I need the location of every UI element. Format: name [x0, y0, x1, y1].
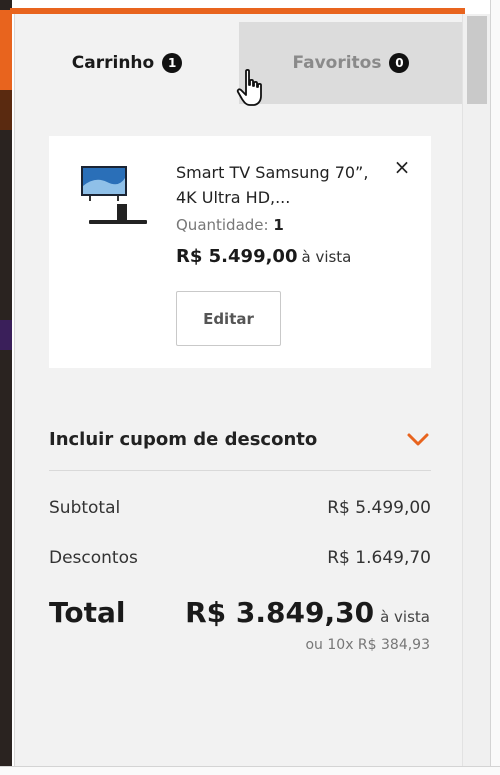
total-label: Total — [49, 596, 126, 629]
drawer-scrollbar[interactable] — [462, 14, 490, 766]
total-suffix: à vista — [380, 608, 430, 626]
discount-row: Descontos R$ 1.649,70 — [49, 548, 431, 568]
scrollbar-thumb[interactable] — [467, 16, 487, 104]
discount-value: R$ 1.649,70 — [327, 548, 431, 568]
subtotal-row: Subtotal R$ 5.499,00 — [49, 498, 431, 518]
product-name[interactable]: Smart TV Samsung 70”, 4K Ultra HD,... — [176, 160, 376, 210]
subtotal-label: Subtotal — [49, 498, 121, 518]
quantity-label: Quantidade: — [176, 216, 269, 234]
product-quantity: Quantidade: 1 — [176, 216, 284, 234]
tab-favorites[interactable]: Favoritos 0 — [239, 22, 463, 104]
background-page — [0, 0, 12, 775]
window-top-edge — [0, 0, 500, 8]
product-name-line1: Smart TV Samsung 70”, — [176, 163, 369, 182]
coupon-toggle[interactable]: Incluir cupom de desconto — [49, 409, 431, 471]
product-price-suffix: à vista — [301, 248, 352, 266]
subtotal-value: R$ 5.499,00 — [327, 498, 431, 518]
favorites-count-badge: 0 — [389, 53, 410, 73]
quantity-value: 1 — [273, 216, 284, 234]
edit-item-button[interactable]: Editar — [176, 291, 281, 346]
product-name-line2: 4K Ultra HD,... — [176, 188, 291, 207]
window-bottom-edge — [0, 766, 500, 775]
chevron-down-icon[interactable] — [405, 432, 431, 448]
remove-item-close-icon[interactable]: × — [391, 156, 413, 178]
tab-favorites-label: Favoritos — [292, 53, 382, 73]
window-right-edge — [490, 0, 500, 775]
coupon-label: Incluir cupom de desconto — [49, 429, 318, 450]
total-value: R$ 3.849,30 — [185, 596, 375, 629]
cart-item-card: Smart TV Samsung 70”, 4K Ultra HD,... × … — [49, 136, 431, 368]
discount-label: Descontos — [49, 548, 138, 568]
installments-text: ou 10x R$ 384,93 — [305, 637, 430, 653]
hand-pointer-cursor-icon — [236, 68, 262, 106]
product-thumbnail — [81, 166, 147, 224]
cart-count-badge: 1 — [162, 53, 183, 73]
product-price: R$ 5.499,00 à vista — [176, 246, 351, 267]
cart-drawer: Carrinho 1 Favoritos 0 Smart TV Samsung … — [14, 14, 463, 766]
tab-cart-label: Carrinho — [71, 53, 155, 73]
total-price: R$ 3.849,30 à vista — [185, 596, 430, 629]
tab-cart[interactable]: Carrinho 1 — [15, 22, 239, 104]
product-price-value: R$ 5.499,00 — [176, 246, 298, 267]
